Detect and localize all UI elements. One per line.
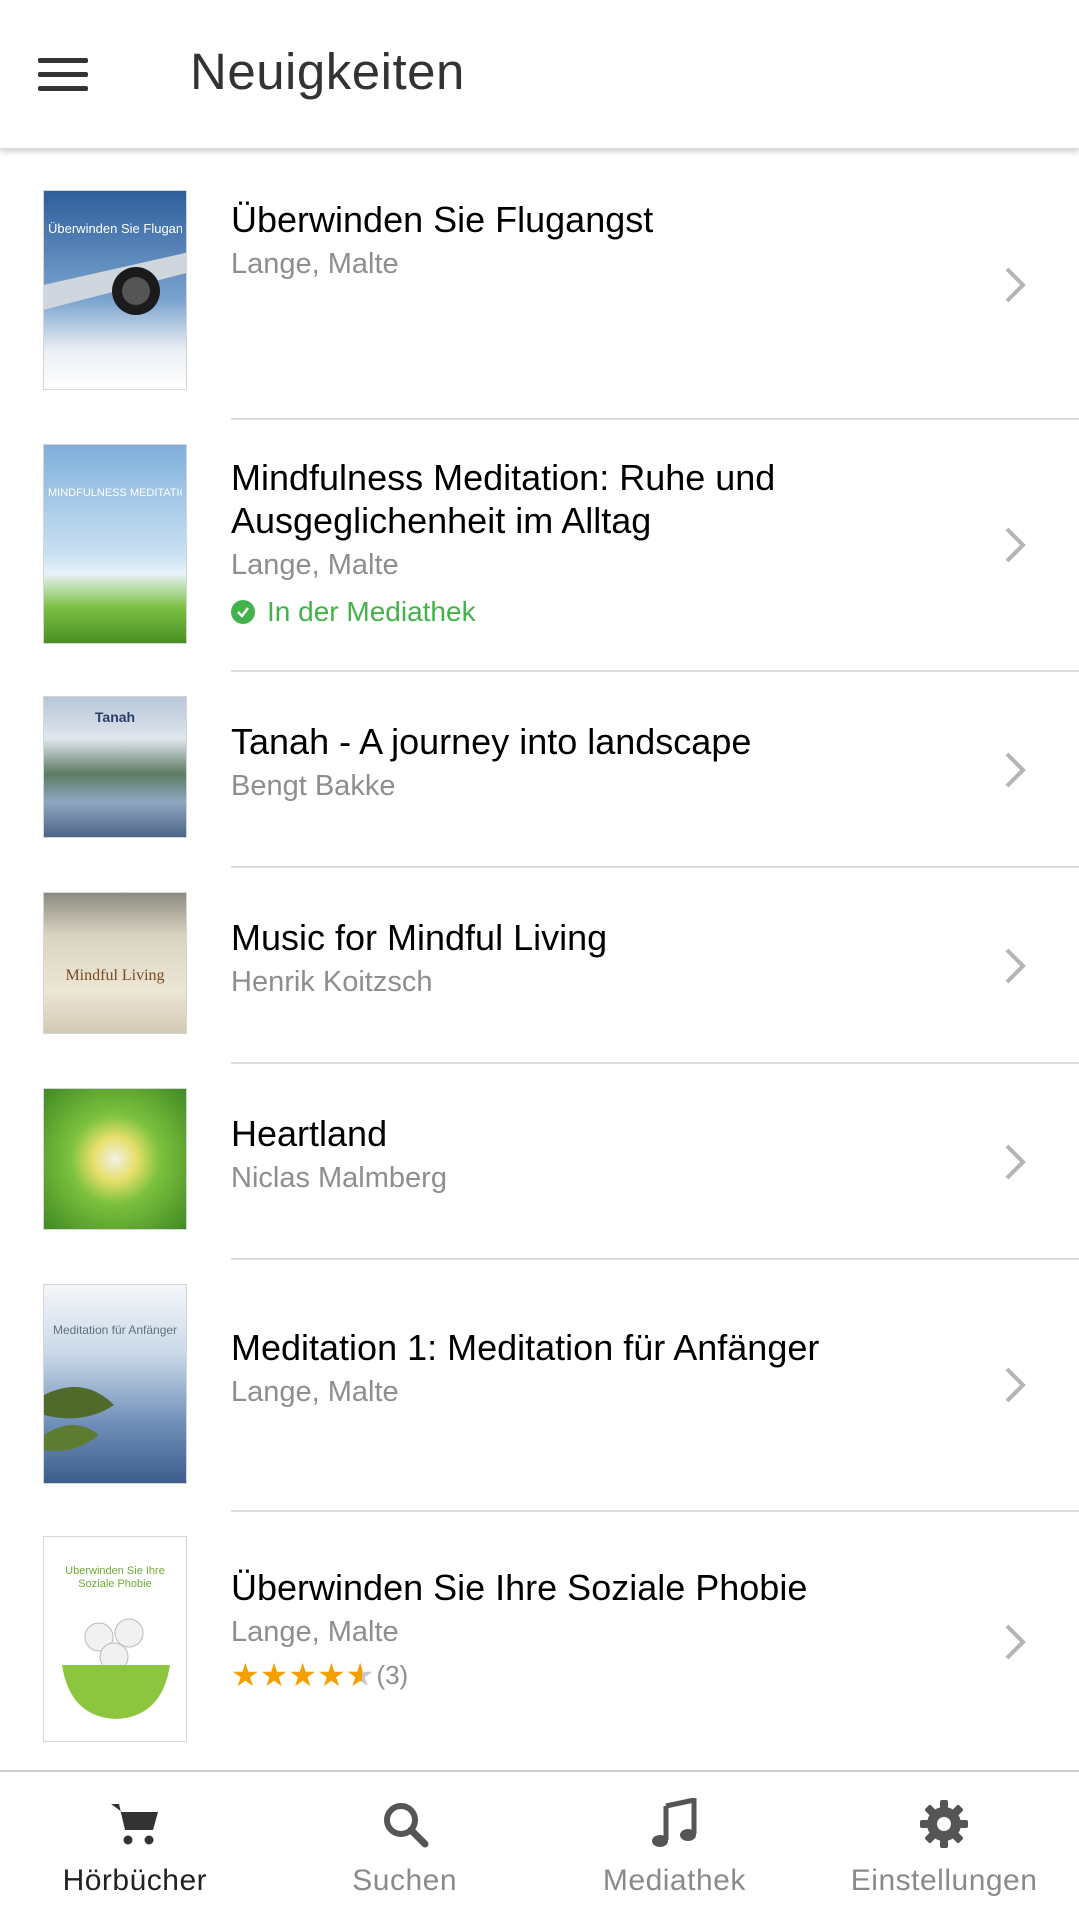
cover-image: MINDFULNESS MEDITATION	[43, 444, 187, 644]
list-item[interactable]: Überwinden Sie Flugangst Überwinden Sie …	[0, 150, 1079, 420]
rating-count: (3)	[376, 1659, 409, 1690]
tab-label: Hörbücher	[62, 1864, 208, 1897]
page-title: Neuigkeiten	[190, 43, 465, 100]
item-author: Niclas Malmberg	[231, 1162, 447, 1194]
item-author: Lange, Malte	[231, 1616, 399, 1648]
tab-mediathek[interactable]: Mediathek	[540, 1772, 810, 1921]
hamburger-menu-icon[interactable]	[38, 46, 110, 102]
chevron-right-icon	[1005, 1144, 1026, 1180]
item-author: Bengt Bakke	[231, 770, 396, 802]
chevron-right-icon	[1005, 267, 1026, 303]
tab-hoerbuecher[interactable]: Hörbücher	[0, 1772, 270, 1921]
tab-suchen[interactable]: Suchen	[270, 1772, 540, 1921]
tab-label: Suchen	[352, 1864, 457, 1897]
tab-einstellungen[interactable]: Einstellungen	[809, 1772, 1079, 1921]
list-item[interactable]: MINDFULNESS MEDITATION Mindfulness Medit…	[0, 420, 1079, 672]
cover-image: Überwinden Sie Flugangst	[43, 190, 187, 390]
item-author: Lange, Malte	[231, 549, 399, 581]
list-item[interactable]: Heartland Niclas Malmberg	[0, 1064, 1079, 1260]
item-author: Lange, Malte	[231, 248, 399, 280]
tab-label: Einstellungen	[850, 1864, 1038, 1897]
search-icon	[383, 1803, 429, 1848]
item-title: Mindfulness Meditation: Ruhe und Ausgegl…	[231, 457, 776, 541]
chevron-right-icon	[1005, 527, 1026, 563]
tab-label: Mediathek	[602, 1864, 746, 1897]
cart-icon	[110, 1804, 158, 1845]
item-title: Music for Mindful Living	[231, 917, 608, 958]
item-title: Überwinden Sie Flugangst	[231, 199, 654, 240]
list-item[interactable]: Mindful Living Music for Mindful Living …	[0, 868, 1079, 1064]
list-item[interactable]: Tanah Tanah - A journey into landscape B…	[0, 672, 1079, 868]
half-star-icon: ★	[346, 1659, 375, 1691]
chevron-right-icon	[1005, 752, 1026, 788]
gear-icon	[920, 1800, 969, 1848]
library-status: In der Mediathek	[231, 596, 949, 628]
item-author: Henrik Koitzsch	[231, 966, 433, 998]
cover-image: Mindful Living	[43, 892, 187, 1034]
star-icon: ★	[231, 1657, 260, 1693]
star-icon: ★	[259, 1657, 289, 1693]
chevron-right-icon	[1005, 1624, 1026, 1660]
list-item[interactable]: Meditation für Anfänger Meditation 1: Me…	[0, 1260, 1079, 1512]
music-note-icon	[652, 1798, 697, 1847]
chevron-right-icon	[1005, 1367, 1026, 1403]
star-icon: ★	[288, 1657, 318, 1693]
cover-image	[43, 1088, 187, 1230]
cover-image: Überwinden Sie Ihre Soziale Phobie	[43, 1536, 187, 1742]
cover-image: Tanah	[43, 696, 187, 838]
list-item[interactable]: Überwinden Sie Ihre Soziale Phobie Überw…	[0, 1512, 1079, 1772]
library-status-label: In der Mediathek	[267, 596, 476, 627]
item-title: Tanah - A journey into landscape	[231, 721, 752, 762]
audiobook-list: Überwinden Sie Flugangst Überwinden Sie …	[0, 150, 1079, 1772]
item-title: Meditation 1: Meditation für Anfänger	[231, 1327, 820, 1368]
top-app-bar: Neuigkeiten	[0, 0, 1079, 149]
bottom-tab-bar: Hörbücher Suchen Mediathek Einstellungen	[0, 1770, 1079, 1921]
rating: ★ ★ ★ ★ ★ (3)	[231, 1659, 949, 1691]
item-title: Heartland	[231, 1113, 388, 1154]
item-title: Überwinden Sie Ihre Soziale Phobie	[231, 1567, 808, 1608]
chevron-right-icon	[1005, 948, 1026, 984]
star-icon: ★	[317, 1657, 346, 1693]
check-circle-icon	[231, 600, 255, 624]
item-author: Lange, Malte	[231, 1376, 399, 1408]
cover-image: Meditation für Anfänger	[43, 1284, 187, 1484]
